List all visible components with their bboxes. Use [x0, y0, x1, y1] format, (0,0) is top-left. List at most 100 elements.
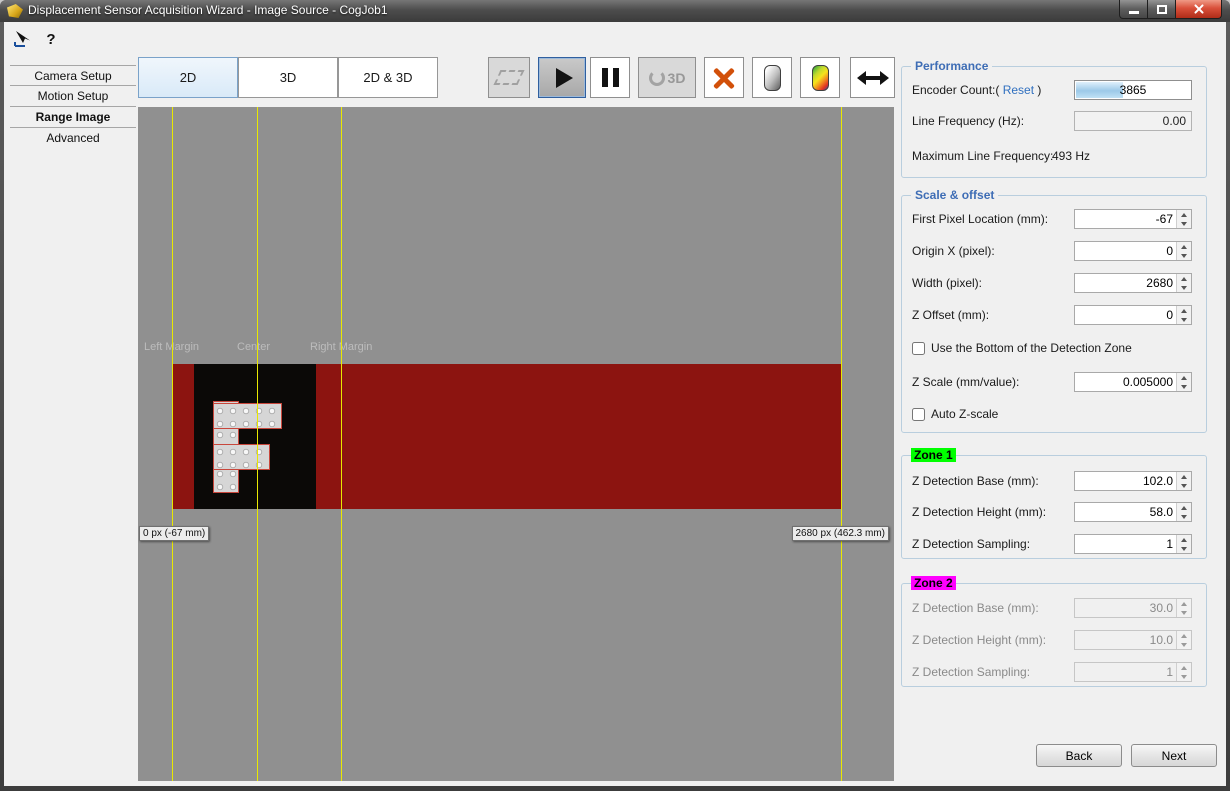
reset-link[interactable]: Reset — [1003, 83, 1034, 97]
zone2-sampling-spinner — [1074, 662, 1192, 682]
sidebar-item-label: Motion Setup — [38, 89, 109, 103]
minimize-icon — [1129, 11, 1139, 14]
encoder-count-value: 3865 — [1075, 81, 1191, 99]
sidebar-item-advanced[interactable]: Advanced — [10, 128, 136, 149]
left-margin-line[interactable] — [172, 107, 173, 781]
spin-down-button[interactable] — [1177, 382, 1191, 391]
origin-x-input[interactable] — [1074, 241, 1192, 261]
first-pixel-location-label: First Pixel Location (mm): — [912, 209, 1048, 229]
spin-up-button[interactable] — [1177, 242, 1191, 251]
tab-2d[interactable]: 2D — [138, 57, 238, 98]
maximize-button[interactable] — [1148, 0, 1176, 19]
scanned-part-top-arm — [213, 403, 282, 429]
range-image-viewer[interactable]: Left Margin Center Right Margin 0 px (-6… — [138, 107, 894, 781]
spin-up-button — [1177, 663, 1191, 672]
zone1-base-spinner — [1074, 471, 1192, 491]
sidebar-item-label: Advanced — [46, 131, 99, 145]
pause-icon — [602, 68, 619, 87]
spin-up-button[interactable] — [1177, 373, 1191, 382]
z-offset-input[interactable] — [1074, 305, 1192, 325]
colormap-view-button[interactable] — [800, 57, 840, 98]
zone1-height-input[interactable] — [1074, 502, 1192, 522]
z-scale-spinner — [1074, 372, 1192, 392]
close-icon — [1193, 3, 1205, 15]
center-label: Center — [237, 341, 270, 353]
grayscale-view-button[interactable] — [752, 57, 792, 98]
pause-button[interactable] — [590, 57, 630, 98]
auto-z-checkbox-row: Auto Z-scale — [912, 406, 998, 422]
sidebar-item-motion-setup[interactable]: Motion Setup — [10, 86, 136, 107]
close-button[interactable] — [1176, 0, 1222, 19]
zone1-sampling-spinner — [1074, 534, 1192, 554]
minimize-button[interactable] — [1119, 0, 1148, 19]
play-button[interactable] — [538, 57, 586, 98]
sidebar-item-camera-setup[interactable]: Camera Setup — [10, 65, 136, 86]
origin-x-label: Origin X (pixel): — [912, 241, 995, 261]
spin-down-button[interactable] — [1177, 512, 1191, 521]
sidebar-item-label: Range Image — [36, 110, 111, 124]
fit-width-button[interactable] — [850, 57, 895, 98]
sidebar-item-label: Camera Setup — [34, 69, 111, 83]
back-button[interactable]: Back — [1036, 744, 1122, 767]
tab-2d-3d[interactable]: 2D & 3D — [338, 57, 438, 98]
play-icon — [556, 68, 573, 88]
spin-down-button[interactable] — [1177, 315, 1191, 324]
ruler-start-label: 0 px (-67 mm) — [139, 526, 209, 541]
measure-tool-icon — [13, 30, 33, 48]
tab-label: 2D — [180, 70, 197, 85]
first-pixel-location-input[interactable] — [1074, 209, 1192, 229]
width-pixel-label: Width (pixel): — [912, 273, 982, 293]
width-pixel-spinner — [1074, 273, 1192, 293]
next-button[interactable]: Next — [1131, 744, 1217, 767]
center-line[interactable] — [257, 107, 258, 781]
spin-down-button[interactable] — [1177, 481, 1191, 490]
auto-z-checkbox-label: Auto Z-scale — [931, 407, 998, 421]
zone2-sampling-input — [1074, 662, 1192, 682]
help-button[interactable]: ? — [40, 29, 62, 49]
z-offset-label: Z Offset (mm): — [912, 305, 989, 325]
dashed-region-icon — [494, 70, 525, 85]
spin-up-button[interactable] — [1177, 535, 1191, 544]
line-frequency-label: Line Frequency (Hz): — [912, 111, 1024, 131]
use-bottom-checkbox[interactable] — [912, 342, 925, 355]
spin-up-button — [1177, 631, 1191, 640]
line-frequency-field: 0.00 — [1074, 111, 1192, 131]
spin-down-button[interactable] — [1177, 219, 1191, 228]
spin-down-button[interactable] — [1177, 544, 1191, 553]
threeD-label: 3D — [668, 70, 686, 86]
image-end-line[interactable] — [841, 107, 842, 781]
scanned-part-mid-arm — [213, 444, 270, 470]
zone1-base-label: Z Detection Base (mm): — [912, 471, 1039, 491]
spin-up-button[interactable] — [1177, 210, 1191, 219]
ruler-end-label: 2680 px (462.3 mm) — [792, 526, 890, 541]
auto-z-checkbox[interactable] — [912, 408, 925, 421]
red-x-icon — [712, 66, 736, 90]
spin-up-button[interactable] — [1177, 503, 1191, 512]
app-icon — [7, 4, 23, 18]
spin-down-button — [1177, 640, 1191, 649]
first-pixel-location-spinner — [1074, 209, 1192, 229]
max-line-frequency-value: 493 Hz — [1052, 146, 1090, 166]
right-margin-line[interactable] — [341, 107, 342, 781]
grayscale-icon — [764, 65, 781, 91]
spin-up-button[interactable] — [1177, 306, 1191, 315]
z-scale-label: Z Scale (mm/value): — [912, 372, 1019, 392]
encoder-count-label: Encoder Count:( Reset ) — [912, 80, 1041, 100]
tab-3d[interactable]: 3D — [238, 57, 338, 98]
spin-down-button[interactable] — [1177, 251, 1191, 260]
spin-down-button[interactable] — [1177, 283, 1191, 292]
clear-calibration-button[interactable] — [704, 57, 744, 98]
titlebar[interactable]: Displacement Sensor Acquisition Wizard -… — [0, 0, 1230, 22]
zone2-title: Zone 2 — [911, 576, 956, 590]
horizontal-arrow-icon — [857, 69, 889, 87]
sidebar-item-range-image[interactable]: Range Image — [10, 107, 136, 128]
spin-down-button — [1177, 672, 1191, 681]
spin-up-button[interactable] — [1177, 472, 1191, 481]
measure-tool-button[interactable] — [12, 29, 34, 49]
zone1-base-input[interactable] — [1074, 471, 1192, 491]
spin-up-button[interactable] — [1177, 274, 1191, 283]
zone1-sampling-input[interactable] — [1074, 534, 1192, 554]
z-offset-spinner — [1074, 305, 1192, 325]
z-scale-input[interactable] — [1074, 372, 1192, 392]
width-pixel-input[interactable] — [1074, 273, 1192, 293]
